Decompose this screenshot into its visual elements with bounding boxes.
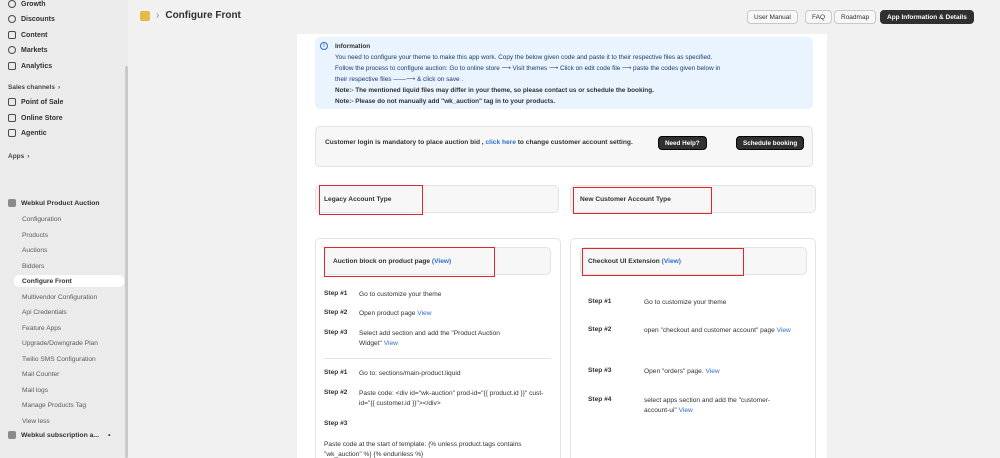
nav-content[interactable]: Content	[8, 29, 47, 41]
customer-account-ui-view-link[interactable]: View	[679, 407, 693, 414]
breadcrumb-chevron-icon: ›	[156, 10, 160, 21]
app-webkul-subscription[interactable]: Webkul subscription a... •	[8, 431, 110, 439]
apps-header[interactable]: Apps ›	[8, 153, 29, 160]
sidebar-item-auctions[interactable]: Auctions	[22, 244, 47, 256]
checkout-step-2: Step #2 open "checkout and customer accou…	[588, 326, 791, 334]
main-content: i Information You need to configure your…	[297, 34, 827, 458]
sidebar-item-configuration[interactable]: Configuration	[22, 213, 61, 225]
sidebar-item-feature-apps[interactable]: Feature Apps	[22, 322, 61, 334]
pin-dot-icon: •	[108, 431, 111, 439]
pos-icon	[8, 98, 16, 106]
checkout-step-1: Step #1 Go to customize your theme	[588, 298, 727, 306]
sidebar-item-api-credentials[interactable]: Api Credentials	[22, 306, 67, 318]
page-title: › Configure Front	[140, 10, 241, 21]
info-line: their respective files ——⟶ & click on sa…	[335, 76, 464, 83]
nav-point-of-sale[interactable]: Point of Sale	[8, 96, 63, 108]
user-manual-button[interactable]: User Manual	[747, 10, 798, 24]
info-note: Note:- Please do not manually add "wk_au…	[335, 98, 556, 105]
change-setting-link[interactable]: click here	[485, 139, 515, 146]
login-notice: Customer login is mandatory to place auc…	[325, 139, 633, 146]
discount-icon	[8, 15, 16, 23]
analytics-icon	[8, 62, 16, 70]
product-page-view-link[interactable]: View	[417, 310, 431, 317]
chevron-right-icon: ›	[27, 153, 30, 160]
sales-channels-header[interactable]: Sales channels ›	[8, 84, 60, 91]
info-note: Note:- The mentioned liquid files may di…	[335, 87, 654, 94]
checkout-page-view-link[interactable]: View	[777, 327, 791, 334]
info-banner: i Information You need to configure your…	[315, 37, 813, 109]
app-webkul-product-auction[interactable]: Webkul Product Auction	[8, 199, 100, 207]
sidebar-item-configure-front[interactable]: Configure Front	[14, 275, 124, 287]
sidebar-item-mail-counter[interactable]: Mail Counter	[22, 368, 59, 380]
checkout-title: Checkout UI Extension (View)	[588, 258, 681, 265]
code-step-2: Step #2 Paste code: <div id="wk-auction" …	[324, 389, 544, 407]
app-logo-icon	[140, 10, 150, 21]
sidebar-scrollbar[interactable]	[125, 66, 128, 458]
info-title: Information	[335, 43, 371, 50]
roadmap-button[interactable]: Roadmap	[834, 10, 877, 24]
widget-view-link[interactable]: View	[384, 340, 398, 347]
sidebar-item-view-less[interactable]: View less	[22, 415, 50, 427]
info-line: Follow the process to configure auction:…	[335, 65, 721, 72]
auction-block-view-link[interactable]: (View)	[432, 258, 451, 265]
nav-discounts[interactable]: Discounts	[8, 13, 55, 25]
code-step-3: Step #3	[324, 420, 348, 427]
auction-block-title: Auction block on product page (View)	[333, 258, 452, 265]
sidebar-item-bidders[interactable]: Bidders	[22, 260, 44, 272]
auction-step-3: Step #3 Select add section and add the "P…	[324, 329, 500, 347]
top-bar: › Configure Front User Manual FAQ Roadma…	[128, 0, 1000, 34]
auction-step-1: Step #1 Go to customize your theme	[324, 290, 442, 298]
need-help-button[interactable]: Need Help?	[658, 136, 707, 150]
sidebar-item-manage-tags[interactable]: Manage Products Tag	[22, 399, 86, 411]
growth-icon	[8, 0, 16, 8]
schedule-booking-button[interactable]: Schedule booking	[736, 136, 805, 150]
sidebar: Growth Discounts Content Markets Analyti…	[0, 0, 128, 458]
info-icon: i	[320, 42, 328, 50]
sidebar-item-upgrade-plan[interactable]: Upgrade/Downgrade Plan	[22, 337, 98, 349]
new-account-title: New Customer Account Type	[580, 196, 671, 203]
auction-step-2: Step #2 Open product page View	[324, 309, 432, 317]
info-line: You need to configure your theme to make…	[335, 54, 713, 61]
nav-online-store[interactable]: Online Store	[8, 112, 63, 124]
content-icon	[8, 31, 16, 39]
code-step-1: Step #1 Go to: sections/main-product.liqu…	[324, 369, 461, 377]
checkout-step-4: Step #4 select apps section and add the "…	[588, 396, 771, 414]
sidebar-item-mail-logs[interactable]: Mail logs	[22, 384, 48, 396]
divider	[324, 358, 551, 359]
checkout-view-link[interactable]: (View)	[662, 258, 681, 265]
customer-login-card: Customer login is mandatory to place auc…	[315, 126, 813, 167]
app-icon	[8, 199, 16, 207]
app-icon	[8, 431, 16, 439]
nav-markets[interactable]: Markets	[8, 44, 47, 56]
nav-analytics[interactable]: Analytics	[8, 60, 52, 72]
globe-icon	[8, 46, 16, 54]
paste-note: Paste code at the start of template: {% …	[324, 441, 522, 458]
orders-page-view-link[interactable]: View	[706, 368, 720, 375]
chevron-right-icon: ›	[57, 84, 61, 91]
nav-growth[interactable]: Growth	[8, 0, 46, 10]
agentic-icon	[8, 129, 16, 137]
nav-agentic[interactable]: Agentic	[8, 127, 47, 139]
faq-button[interactable]: FAQ	[805, 10, 833, 24]
app-info-button[interactable]: App Information & Details	[880, 10, 974, 24]
checkout-step-3: Step #3 Open "orders" page. View	[588, 367, 720, 375]
store-icon	[8, 114, 16, 122]
sidebar-item-multivendor[interactable]: Multivendor Configuration	[22, 291, 97, 303]
legacy-account-title: Legacy Account Type	[324, 196, 392, 203]
sidebar-item-twilio[interactable]: Twilio SMS Configuration	[22, 353, 96, 365]
sidebar-item-products[interactable]: Products	[22, 229, 48, 241]
